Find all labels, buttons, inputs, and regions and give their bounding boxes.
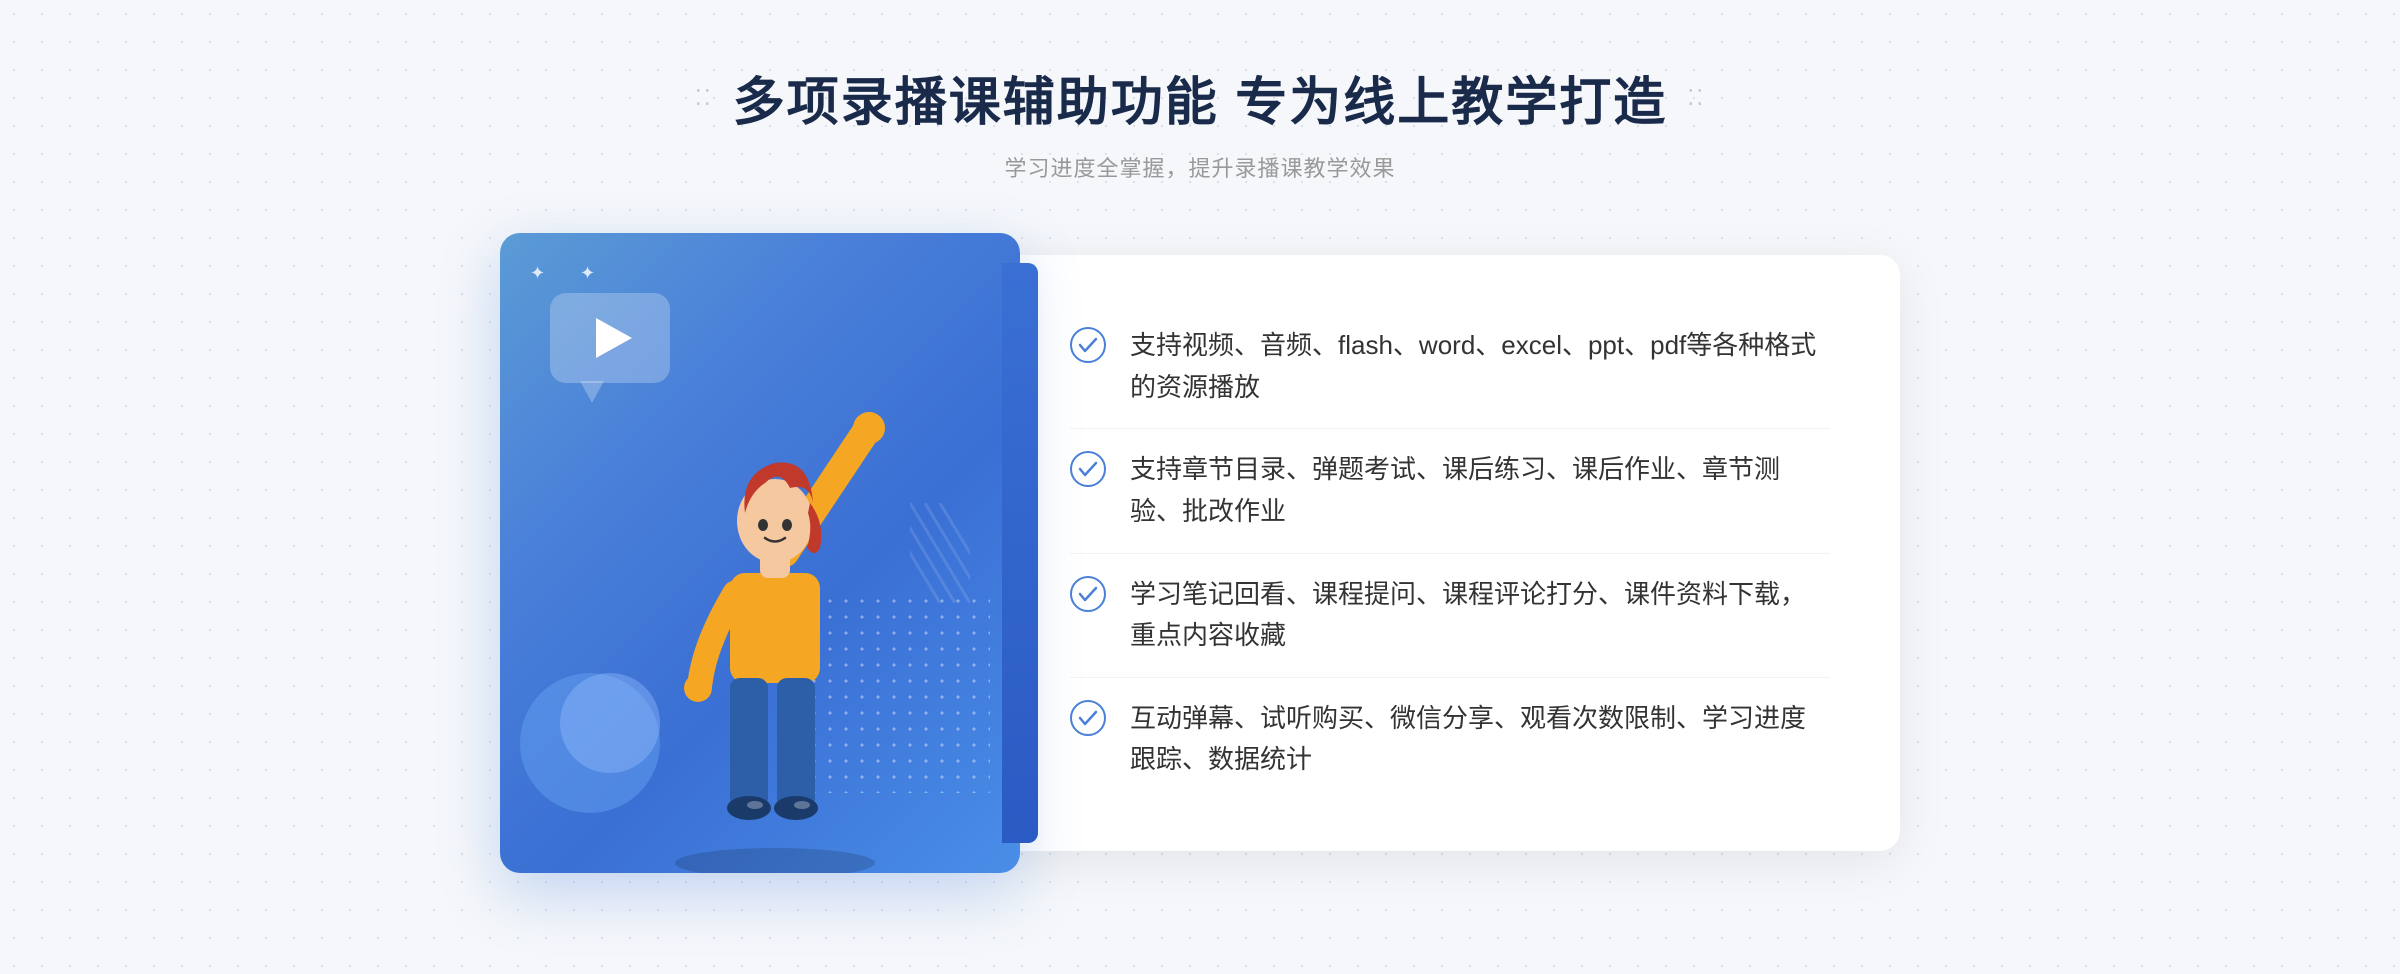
play-icon [596,318,632,358]
check-icon-1 [1070,327,1106,363]
blue-strip-decoration [1002,263,1038,843]
page-container: ⁚⁚ 多项录播课辅助功能 专为线上教学打造 ⁚⁚ 学习进度全掌握，提升录播课教学… [0,0,2400,974]
title-row: ⁚⁚ 多项录播课辅助功能 专为线上教学打造 ⁚⁚ [695,60,1705,135]
feature-item-4: 互动弹幕、试听购买、微信分享、观看次数限制、学习进度跟踪、数据统计 [1070,678,1830,801]
illustration-card: ✦ ✦ [500,233,1020,873]
check-icon-3 [1070,576,1106,612]
feature-item-3: 学习笔记回看、课程提问、课程评论打分、课件资料下载，重点内容收藏 [1070,554,1830,678]
play-bubble [550,293,670,383]
features-card: 支持视频、音频、flash、word、excel、ppt、pdf等各种格式的资源… [1000,255,1900,851]
sparkle-decoration-1: ✦ [530,263,545,284]
subtitle: 学习进度全掌握，提升录播课教学效果 [1004,151,1395,183]
main-title: 多项录播课辅助功能 专为线上教学打造 [733,60,1667,135]
feature-text-3: 学习笔记回看、课程提问、课程评论打分、课件资料下载，重点内容收藏 [1130,574,1830,657]
feature-text-2: 支持章节目录、弹题考试、课后练习、课后作业、章节测验、批改作业 [1130,449,1830,532]
person-illustration [625,373,925,873]
sparkle-decoration-2: ✦ [580,263,595,284]
check-icon-2 [1070,451,1106,487]
feature-text-1: 支持视频、音频、flash、word、excel、ppt、pdf等各种格式的资源… [1130,325,1830,408]
decorative-dots-right: ⁚⁚ [1687,85,1705,111]
content-area: » ✦ ✦ [500,233,1900,873]
feature-text-4: 互动弹幕、试听购买、微信分享、观看次数限制、学习进度跟踪、数据统计 [1130,698,1830,781]
header-section: ⁚⁚ 多项录播课辅助功能 专为线上教学打造 ⁚⁚ 学习进度全掌握，提升录播课教学… [695,60,1705,183]
check-icon-4 [1070,700,1106,736]
feature-item-2: 支持章节目录、弹题考试、课后练习、课后作业、章节测验、批改作业 [1070,429,1830,553]
feature-item-1: 支持视频、音频、flash、word、excel、ppt、pdf等各种格式的资源… [1070,305,1830,429]
decorative-dots-left: ⁚⁚ [695,85,713,111]
